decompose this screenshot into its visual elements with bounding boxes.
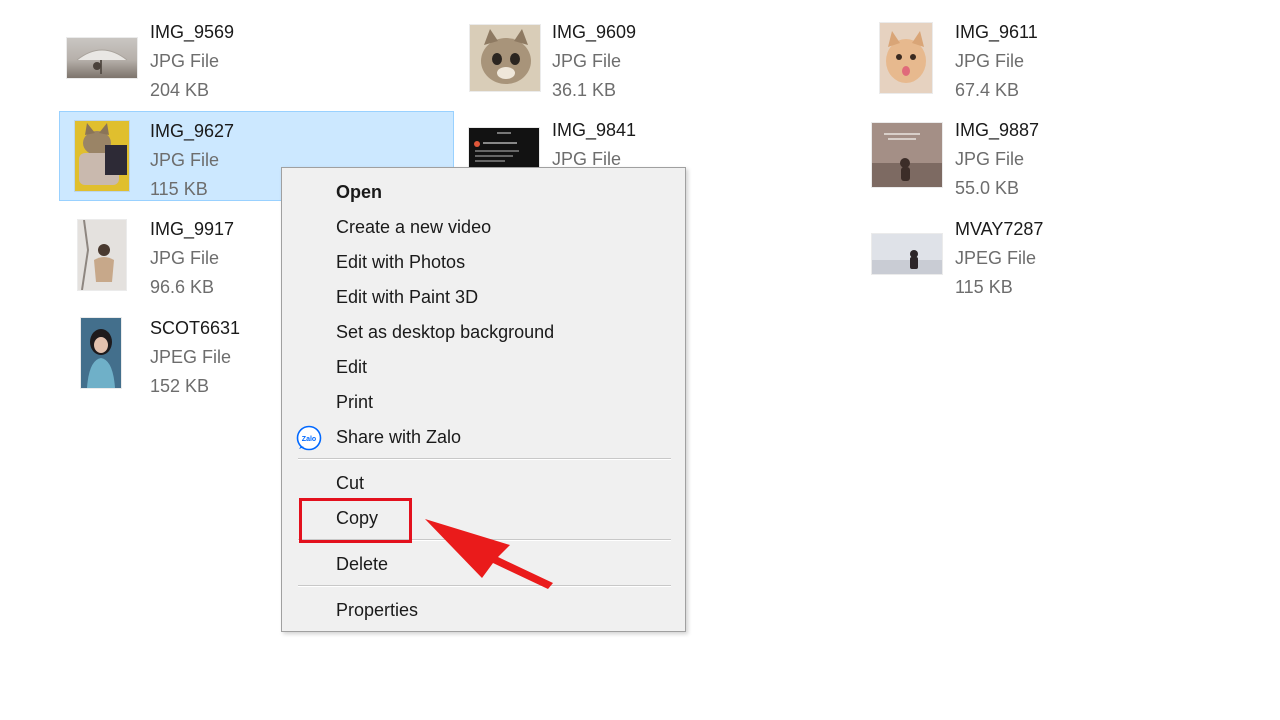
- file-name: IMG_9917: [150, 219, 235, 239]
- file-size: 115 KB: [150, 179, 208, 199]
- file-size: 36.1 KB: [552, 80, 617, 100]
- thumbnail-slot: [865, 111, 945, 201]
- kitten-photo-thumbnail: [470, 25, 540, 91]
- file-name: SCOT6631: [150, 318, 241, 338]
- menu-label: Open: [336, 182, 383, 202]
- file-size: 55.0 KB: [955, 178, 1020, 198]
- menu-label: Cut: [336, 473, 365, 493]
- menu-separator: [298, 458, 671, 460]
- menu-item-share-with-zalo[interactable]: Zalo Share with Zalo: [283, 421, 684, 454]
- menu-label: Edit with Photos: [336, 252, 466, 272]
- file-name: IMG_9627: [150, 121, 235, 141]
- file-type: JPG File: [552, 51, 622, 71]
- file-size: 67.4 KB: [955, 80, 1020, 100]
- thumbnail-slot: [462, 13, 542, 103]
- menu-label: Properties: [336, 600, 419, 620]
- thumbnail-slot: [60, 13, 140, 103]
- file-type: JPG File: [955, 51, 1025, 71]
- file-item-img-9611[interactable]: IMG_9611 JPG File 67.4 KB: [865, 13, 1260, 103]
- snow-photo-thumbnail: [78, 220, 126, 290]
- file-name: IMG_9569: [150, 22, 235, 42]
- thumbnail-slot: [60, 210, 140, 300]
- menu-item-edit-with-photos[interactable]: Edit with Photos: [283, 246, 684, 279]
- menu-label: Share with Zalo: [336, 427, 462, 447]
- file-type: JPG File: [150, 150, 220, 170]
- red-arrow-icon: [425, 519, 553, 589]
- menu-label: Set as desktop background: [336, 322, 555, 342]
- file-type: JPG File: [150, 51, 220, 71]
- file-type: JPG File: [150, 248, 220, 268]
- thumbnail-slot: [865, 210, 945, 300]
- umbrella-photo-thumbnail: [67, 38, 137, 78]
- file-item-mvay7287[interactable]: MVAY7287 JPEG File 115 KB: [865, 210, 1260, 300]
- menu-item-print[interactable]: Print: [283, 386, 684, 419]
- menu-item-cut[interactable]: Cut: [283, 467, 684, 500]
- thumbnail-slot: [60, 309, 140, 399]
- file-name: MVAY7287: [955, 219, 1044, 239]
- file-item-img-9569[interactable]: IMG_9569 JPG File 204 KB: [60, 13, 455, 103]
- file-name: IMG_9611: [955, 22, 1038, 42]
- menu-label: Delete: [336, 554, 389, 574]
- menu-label: Create a new video: [336, 217, 492, 237]
- menu-label: Edit: [336, 357, 368, 377]
- cat-sweater-photo-thumbnail: [75, 121, 129, 191]
- file-item-img-9609[interactable]: IMG_9609 JPG File 36.1 KB: [462, 13, 857, 103]
- file-type: JPEG File: [955, 248, 1037, 268]
- zalo-icon: Zalo: [296, 425, 322, 451]
- menu-item-properties[interactable]: Properties: [283, 594, 684, 627]
- file-size: 96.6 KB: [150, 277, 215, 297]
- menu-item-edit[interactable]: Edit: [283, 351, 684, 384]
- menu-item-edit-with-paint-3d[interactable]: Edit with Paint 3D: [283, 281, 684, 314]
- file-name: IMG_9609: [552, 22, 637, 42]
- stairs-photo-thumbnail: [872, 123, 942, 187]
- menu-item-set-desktop-background[interactable]: Set as desktop background: [283, 316, 684, 349]
- zalo-icon-text: Zalo: [302, 436, 316, 443]
- file-size: 152 KB: [150, 376, 210, 396]
- menu-label: Print: [336, 392, 374, 412]
- menu-label: Edit with Paint 3D: [336, 287, 479, 307]
- copy-highlight-box: [299, 498, 412, 543]
- file-name: IMG_9887: [955, 120, 1040, 140]
- file-type: JPG File: [955, 149, 1025, 169]
- white-room-photo-thumbnail: [872, 234, 942, 274]
- file-size: 204 KB: [150, 80, 210, 100]
- cat-tongue-photo-thumbnail: [880, 23, 932, 93]
- menu-item-open[interactable]: Open: [283, 176, 684, 209]
- file-type: JPEG File: [150, 347, 232, 367]
- thumbnail-slot: [60, 112, 140, 202]
- thumbnail-slot: [865, 13, 945, 103]
- file-item-img-9887[interactable]: IMG_9887 JPG File 55.0 KB: [865, 111, 1260, 201]
- menu-item-create-video[interactable]: Create a new video: [283, 211, 684, 244]
- file-explorer-content: IMG_9569 JPG File 204 KB IMG_9609 JPG Fi…: [0, 0, 1280, 720]
- file-size: 115 KB: [955, 277, 1013, 297]
- file-name: IMG_9841: [552, 120, 637, 140]
- dark-screenshot-thumbnail: [469, 128, 539, 168]
- portrait-photo-thumbnail: [81, 318, 121, 388]
